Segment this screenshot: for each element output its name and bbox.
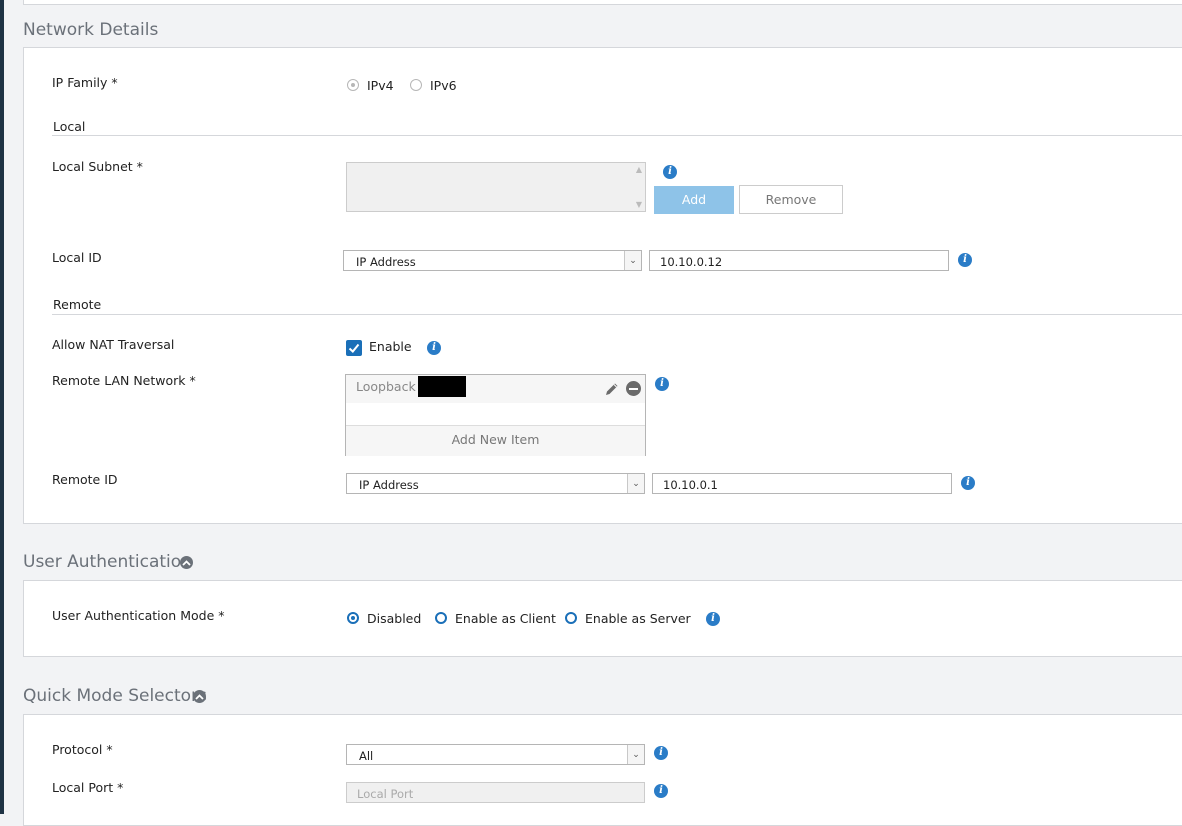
list-item-label: Loopback	[356, 379, 416, 394]
local-id-type-value: IP Address	[356, 255, 416, 269]
protocol-label: Protocol *	[52, 742, 113, 757]
remote-divider	[52, 314, 1182, 315]
remote-lan-info-icon[interactable]: i	[655, 377, 669, 391]
local-port-label: Local Port *	[52, 780, 124, 795]
local-divider	[52, 135, 1182, 136]
local-id-info-icon[interactable]: i	[958, 253, 972, 267]
user-auth-info-icon[interactable]: i	[706, 612, 720, 626]
remote-id-info-icon[interactable]: i	[961, 476, 975, 490]
add-new-item-button[interactable]: Add New Item	[346, 425, 645, 456]
section-title-quick-mode: Quick Mode Selectors	[23, 686, 207, 706]
user-auth-mode-label: User Authentication Mode *	[52, 608, 225, 623]
local-port-info-icon[interactable]: i	[654, 784, 668, 798]
nat-traversal-label: Allow NAT Traversal	[52, 337, 175, 352]
remove-subnet-button[interactable]: Remove	[739, 185, 843, 214]
auth-disabled-label: Disabled	[367, 611, 422, 626]
nat-enable-checkbox[interactable]	[346, 340, 362, 356]
list-scroll-up-icon[interactable]: ▲	[636, 165, 642, 174]
local-port-placeholder: Local Port	[357, 787, 414, 801]
auth-server-radio[interactable]	[565, 612, 577, 624]
list-scroll-down-icon[interactable]: ▼	[636, 200, 642, 209]
section-title-user-authentication: User Authentication	[23, 552, 192, 572]
redacted-block	[418, 376, 466, 397]
checkmark-icon	[348, 343, 360, 353]
protocol-select[interactable]: All ⌄	[346, 744, 645, 765]
user-auth-title-text: User Authentication	[23, 552, 192, 572]
quick-mode-panel: Protocol * All ⌄ i Local Port * Local Po…	[23, 714, 1182, 826]
chevron-down-icon: ⌄	[627, 474, 644, 493]
add-subnet-button[interactable]: Add	[654, 186, 734, 214]
remote-id-input[interactable]: 10.10.0.1	[652, 473, 952, 494]
remote-id-type-select[interactable]: IP Address ⌄	[346, 473, 645, 494]
remote-heading: Remote	[53, 297, 102, 312]
auth-disabled-radio[interactable]	[347, 612, 359, 624]
local-port-input[interactable]: Local Port	[346, 782, 645, 803]
minus-circle-icon[interactable]	[626, 381, 641, 396]
local-id-input[interactable]: 10.10.0.12	[649, 250, 949, 271]
previous-section-panel	[23, 0, 1182, 5]
protocol-value: All	[359, 749, 374, 763]
ipv6-radio[interactable]	[410, 79, 422, 91]
chevron-up-icon[interactable]	[193, 690, 206, 703]
chevron-down-icon: ⌄	[627, 745, 644, 764]
quick-mode-title-text: Quick Mode Selectors	[23, 686, 207, 706]
auth-client-label: Enable as Client	[455, 611, 556, 626]
ip-family-label: IP Family *	[52, 75, 118, 90]
local-id-label: Local ID	[52, 250, 102, 265]
auth-server-label: Enable as Server	[585, 611, 691, 626]
ipv4-radio[interactable]	[347, 79, 359, 91]
remote-id-type-value: IP Address	[359, 478, 419, 492]
local-subnet-label: Local Subnet *	[52, 159, 143, 174]
pencil-icon[interactable]	[604, 381, 620, 397]
auth-client-radio[interactable]	[435, 612, 447, 624]
local-id-type-select[interactable]: IP Address ⌄	[343, 250, 642, 271]
chevron-up-icon[interactable]	[180, 556, 193, 569]
remote-id-label: Remote ID	[52, 472, 118, 487]
remote-lan-label: Remote LAN Network *	[52, 373, 196, 388]
local-subnet-info-icon[interactable]: i	[663, 165, 677, 179]
list-item: Loopback	[346, 375, 645, 403]
local-subnet-list[interactable]: ▲ ▼	[346, 162, 646, 212]
network-details-panel: IP Family * IPv4 IPv6 Local Local Subnet…	[23, 47, 1182, 524]
local-id-value: 10.10.0.12	[660, 255, 723, 269]
add-new-item-label: Add New Item	[451, 432, 540, 447]
local-heading: Local	[53, 119, 86, 134]
remote-lan-list: Loopback Add New Item	[345, 374, 646, 456]
nat-info-icon[interactable]: i	[427, 341, 441, 355]
user-authentication-panel: User Authentication Mode * Disabled Enab…	[23, 580, 1182, 657]
nat-enable-label: Enable	[369, 339, 412, 354]
ipv6-label: IPv6	[430, 78, 457, 93]
protocol-info-icon[interactable]: i	[654, 746, 668, 760]
remote-id-value: 10.10.0.1	[663, 478, 718, 492]
ipv4-label: IPv4	[367, 78, 394, 93]
section-title-network-details: Network Details	[23, 20, 159, 40]
chevron-down-icon: ⌄	[624, 251, 641, 270]
app-sidebar-edge	[0, 0, 4, 814]
